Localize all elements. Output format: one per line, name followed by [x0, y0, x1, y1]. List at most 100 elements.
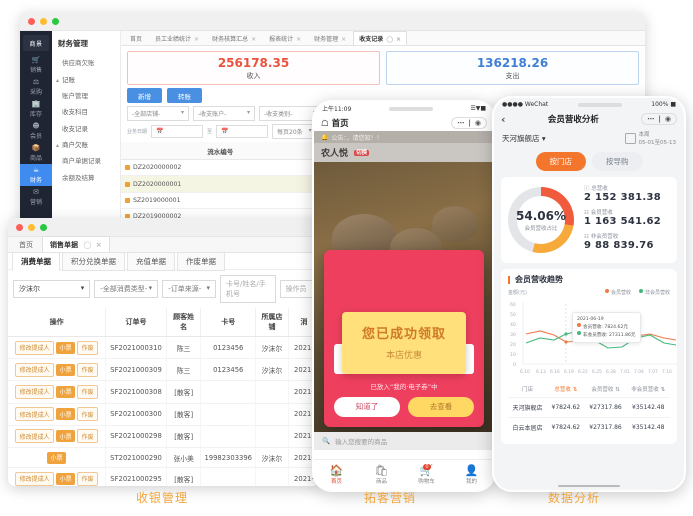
nav-item-sales[interactable]: 🛒 销售 — [20, 54, 52, 76]
announcement-bar[interactable]: 🔔 公告：，请您知！！ — [314, 131, 494, 143]
switch-shop-badge[interactable]: 切换 — [354, 150, 370, 156]
column-header-store[interactable]: 所属店铺 — [255, 308, 289, 337]
cell-order-no[interactable]: SF2021000295 — [105, 467, 167, 486]
acknowledge-button[interactable]: 知道了 — [334, 396, 400, 417]
close-window-button[interactable] — [28, 17, 35, 25]
page-size-select[interactable]: 每页20条 ▾ — [272, 124, 317, 139]
edit-commission-button[interactable]: 修改提成人 — [15, 384, 55, 399]
submenu-group-merchant-debt[interactable]: 商户欠账 — [52, 136, 120, 152]
date-range-selector[interactable]: 本周 05-01至05-13 — [624, 130, 676, 146]
column-header-serial[interactable]: 流水编号 — [121, 142, 321, 160]
keyword-input[interactable]: 卡号/姓名/手机号 — [220, 275, 276, 303]
product-search-bar[interactable]: 🔍 输入您搜要的商品 — [314, 432, 494, 450]
nav-item-member[interactable]: ☻ 会员 — [20, 120, 52, 142]
close-icon[interactable]: × — [194, 36, 199, 43]
void-button[interactable]: 作废 — [77, 340, 99, 355]
cell-order-no[interactable]: SF2021000308 — [105, 380, 167, 404]
column-header-customer[interactable]: 顾客姓名 — [166, 308, 202, 337]
cell-order-no[interactable]: SF2021000310 — [105, 336, 167, 360]
account-filter-select[interactable]: -收支账户- ▾ — [193, 106, 255, 121]
close-icon[interactable]: × — [396, 36, 401, 43]
column-header-order-no[interactable]: 订单号 — [105, 308, 167, 337]
nav-item-inventory[interactable]: 🏢 库存 — [20, 98, 52, 120]
table-row[interactable]: 修改提成人 小票 作废 SF2021000300 [散客] 2021- — [8, 403, 320, 426]
void-button[interactable]: 作废 — [77, 471, 99, 486]
cell-order-no[interactable]: SF2021000300 — [105, 403, 167, 426]
date-from-input[interactable]: 📅 — [151, 125, 204, 138]
minimize-window-button[interactable] — [28, 223, 35, 231]
tab-reports[interactable]: 报表统计 × — [263, 31, 307, 45]
view-coupon-button[interactable]: 去查看 — [408, 396, 474, 417]
submenu-item-supplier-debt[interactable]: 供应商欠账 — [52, 54, 120, 70]
add-button[interactable]: 新增 — [127, 88, 162, 103]
close-circle-icon[interactable]: ◉ — [475, 119, 481, 127]
submenu-item-income-subject[interactable]: 收支科目 — [52, 103, 120, 119]
receipt-button[interactable]: 小票 — [56, 408, 76, 421]
table-row[interactable]: 天河旗舰店 ¥7824.62 ¥27317.86 ¥35142.48 — [508, 397, 670, 418]
more-icon[interactable]: ⋯ — [457, 119, 464, 127]
table-row[interactable]: 修改提成人 小票 作废 SF2021000309 陈三 0123456 汐沫尔 20… — [8, 358, 320, 382]
void-button[interactable]: 作废 — [77, 362, 99, 377]
edit-commission-button[interactable]: 修改提成人 — [15, 471, 55, 486]
maximize-window-button[interactable] — [52, 17, 59, 25]
store-select[interactable]: 汐沫尔 ▾ — [13, 280, 91, 298]
cell-order-no[interactable]: SF2021000298 — [105, 425, 167, 448]
subtab-points-exchange-orders[interactable]: 积分兑换单据 — [62, 251, 125, 271]
submenu-group-bookkeeping[interactable]: 记账 — [52, 70, 120, 86]
tab-sales-orders[interactable]: 销售单据 ◯ × — [42, 236, 110, 252]
segment-by-guide[interactable]: 按导购 — [592, 152, 643, 171]
column-header-nonmember-revenue[interactable]: 非会员营收 ⇅ — [626, 381, 670, 398]
close-icon[interactable]: × — [96, 241, 102, 249]
column-header-card-no[interactable]: 卡号 — [200, 308, 257, 337]
receipt-button[interactable]: 小票 — [56, 430, 76, 443]
miniprogram-capsule[interactable]: ⋯ | ◉ — [641, 113, 677, 125]
back-icon[interactable]: ‹ — [501, 113, 506, 126]
edit-commission-button[interactable]: 修改提成人 — [15, 429, 55, 444]
nav-item-marketing[interactable]: ✉ 营销 — [20, 186, 52, 208]
tab-staff-performance[interactable]: 员工业绩统计 × — [149, 31, 205, 45]
receipt-button[interactable]: 小票 — [56, 341, 76, 354]
table-row[interactable]: 修改提成人 小票 作废 SF2021000295 [散客] 2021- — [8, 467, 320, 486]
close-window-button[interactable] — [16, 223, 23, 231]
subtab-void-orders[interactable]: 作废单据 — [177, 251, 225, 271]
edit-commission-button[interactable]: 修改提成人 — [15, 407, 55, 422]
consumption-type-select[interactable]: -全部消费类型- ▾ — [94, 280, 159, 298]
tabbar-item-cart[interactable]: 0 🛒 购物车 — [404, 464, 449, 485]
refresh-icon[interactable]: ◯ — [386, 36, 393, 43]
receipt-button[interactable]: 小票 — [56, 472, 76, 485]
nav-item-finance[interactable]: ☕ 财务 — [20, 164, 52, 186]
submenu-item-merchant-orders[interactable]: 商户单据记录 — [52, 152, 120, 168]
receipt-button[interactable]: 小票 — [56, 385, 76, 398]
order-source-select[interactable]: -订单来源- ▾ — [162, 280, 217, 298]
column-header-member-revenue[interactable]: 会员营收 ⇅ — [585, 381, 627, 398]
subtab-consumption-orders[interactable]: 消费单据 — [12, 251, 60, 271]
close-circle-icon[interactable]: ◉ — [665, 115, 671, 123]
tabbar-item-home[interactable]: 🏠 首页 — [314, 465, 359, 486]
date-to-input[interactable]: 📅 — [216, 125, 269, 138]
cell-order-no[interactable]: SF2021000309 — [105, 358, 167, 382]
store-filter-select[interactable]: -全部店铺- ▾ — [127, 106, 189, 121]
tabbar-item-profile[interactable]: 👤 我的 — [449, 465, 494, 486]
close-icon[interactable]: × — [296, 36, 301, 43]
void-button[interactable]: 作废 — [77, 384, 99, 399]
tabbar-item-goods[interactable]: 🛍 商品 — [359, 465, 404, 486]
miniprogram-capsule[interactable]: ⋯ | ◉ — [451, 117, 487, 129]
table-row[interactable]: 修改提成人 小票 作废 SF2021000308 [散客] 2021- — [8, 380, 320, 404]
transfer-button[interactable]: 转账 — [167, 88, 202, 103]
edit-commission-button[interactable]: 修改提成人 — [15, 340, 55, 355]
operator-input[interactable]: 操作员 — [279, 280, 315, 298]
submenu-item-account-management[interactable]: 账户管理 — [52, 87, 120, 103]
more-icon[interactable]: ⋯ — [647, 115, 654, 123]
store-selector[interactable]: 天河旗舰店 ▾ — [502, 133, 546, 144]
tab-home[interactable]: 首页 — [12, 237, 40, 252]
minimize-window-button[interactable] — [40, 17, 47, 25]
close-icon[interactable]: × — [341, 36, 346, 43]
tab-finance-summary[interactable]: 财务核算汇总 × — [206, 31, 262, 45]
nav-item-purchase[interactable]: ⚖ 采购 — [20, 76, 52, 98]
column-header-total-revenue[interactable]: 总营收 ⇅ — [547, 381, 585, 398]
subtab-recharge-orders[interactable]: 充值单据 — [127, 251, 175, 271]
refresh-icon[interactable]: ◯ — [83, 241, 91, 249]
edit-commission-button[interactable]: 修改提成人 — [15, 362, 55, 377]
submenu-item-income-records[interactable]: 收支记录 — [52, 120, 120, 136]
cell-order-no[interactable]: ST2021000290 — [105, 447, 167, 469]
